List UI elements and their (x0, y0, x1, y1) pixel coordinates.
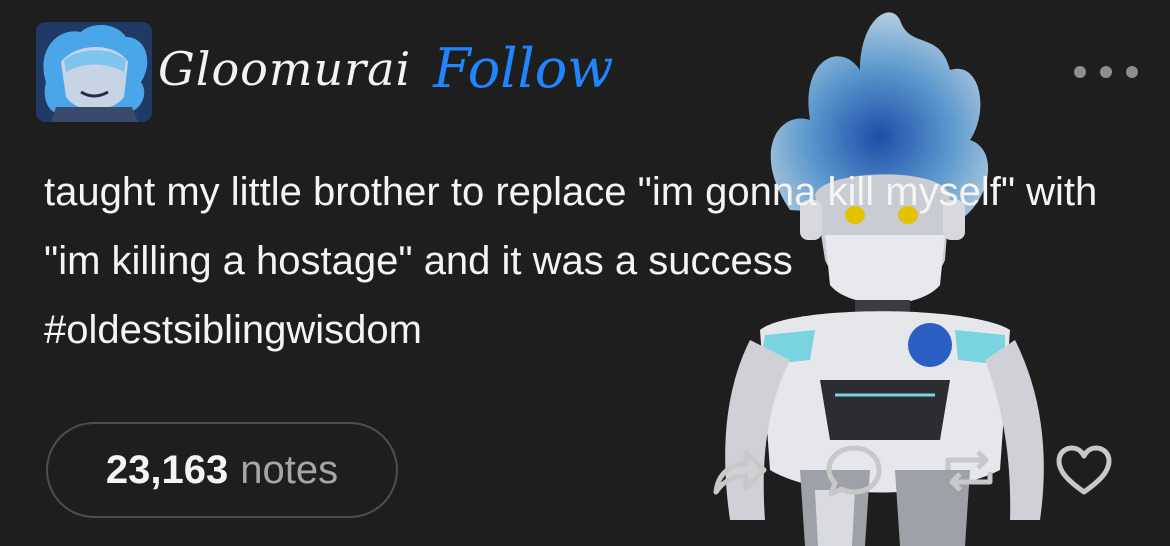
avatar[interactable] (36, 22, 152, 122)
more-options-icon[interactable] (1074, 60, 1138, 84)
notes-count: 23,163 (105, 447, 229, 492)
reblog-icon-glyph (945, 450, 993, 492)
reblog-icon[interactable] (938, 440, 1000, 502)
post-card: Gloomurai Follow taught my little brothe… (0, 0, 1170, 546)
more-dot (1126, 66, 1138, 78)
heart-icon[interactable] (1053, 440, 1115, 502)
more-dot (1100, 66, 1112, 78)
avatar-image (36, 22, 152, 122)
share-icon[interactable] (708, 440, 770, 502)
heart-icon-glyph (1056, 445, 1112, 495)
share-icon-glyph (713, 449, 767, 495)
reply-icon-glyph (826, 445, 882, 497)
notes-button[interactable]: 23,163 notes (46, 422, 398, 518)
post-header: Gloomurai Follow (36, 22, 614, 122)
username[interactable]: Gloomurai (158, 42, 411, 96)
more-dot (1074, 66, 1086, 78)
reply-icon[interactable] (823, 440, 885, 502)
notes-label: notes (240, 447, 339, 492)
post-body-text: taught my little brother to replace "im … (44, 170, 1098, 352)
follow-button[interactable]: Follow (433, 37, 613, 100)
